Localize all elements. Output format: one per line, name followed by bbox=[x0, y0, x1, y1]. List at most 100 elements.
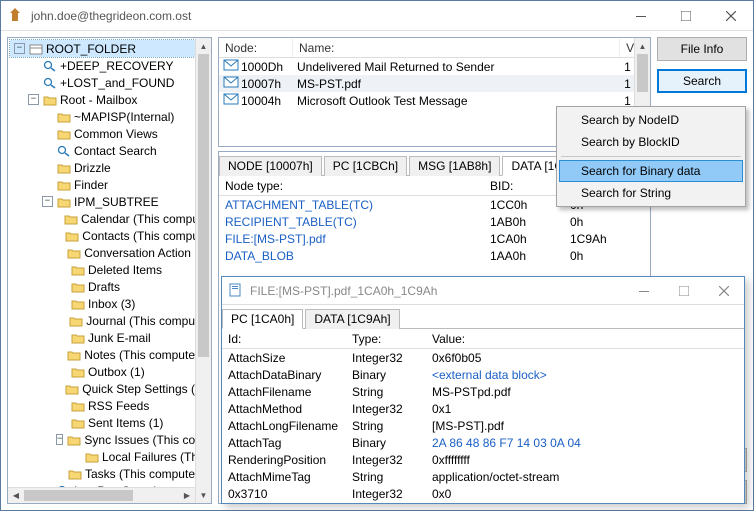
cell-type: ATTACHMENT_TABLE(TC) bbox=[219, 198, 490, 212]
tree-label: Contact Search bbox=[74, 144, 157, 158]
detail-tab[interactable]: PC [1CBCh] bbox=[324, 156, 407, 176]
tree-item[interactable]: Common Views bbox=[10, 125, 209, 142]
folder-icon bbox=[67, 349, 81, 361]
cell-value[interactable]: 2A 86 48 86 F7 14 03 0A 04 bbox=[432, 436, 744, 450]
property-row[interactable]: RenderingPositionInteger320xffffffff bbox=[222, 451, 744, 468]
nodetype-row[interactable]: FILE:[MS-PST].pdf1CA0h1C9Ah bbox=[219, 230, 650, 247]
scroll-down-button[interactable]: ▼ bbox=[196, 487, 211, 503]
col-node-type[interactable]: Node type: bbox=[219, 179, 490, 193]
tree-item[interactable]: ~MAPISP(Internal) bbox=[10, 108, 209, 125]
menu-item[interactable]: Search for String bbox=[559, 182, 743, 204]
tree-item[interactable]: −Root - Mailbox bbox=[10, 91, 209, 108]
tree-item[interactable]: Drafts bbox=[10, 278, 209, 295]
tree-item[interactable]: Junk E-mail bbox=[10, 329, 209, 346]
tree-label: Junk E-mail bbox=[88, 331, 151, 345]
detail-tab[interactable]: NODE [10007h] bbox=[219, 156, 322, 176]
folder-icon bbox=[71, 281, 85, 293]
close-button[interactable] bbox=[708, 1, 753, 30]
tree-scrollbar-vertical[interactable]: ▲ ▼ bbox=[195, 38, 211, 503]
titlebar: john.doe@thegrideon.com.ost bbox=[1, 1, 753, 31]
tree-item[interactable]: Notes (This computer o bbox=[10, 346, 209, 363]
tree-label: +LOST_and_FOUND bbox=[60, 76, 174, 90]
folder-icon bbox=[64, 213, 78, 225]
cell-extra: 0h bbox=[570, 249, 650, 263]
search-button[interactable]: Search bbox=[657, 69, 747, 93]
property-row[interactable]: AttachSizeInteger320x6f0b05 bbox=[222, 349, 744, 366]
tree-label: +DEEP_RECOVERY bbox=[60, 59, 174, 73]
tree-item[interactable]: Local Failures (This bbox=[10, 448, 209, 465]
tree-item[interactable]: +LOST_and_FOUND bbox=[10, 74, 209, 91]
folder-icon bbox=[57, 128, 71, 140]
grid-row[interactable]: 1000DhUndelivered Mail Returned to Sende… bbox=[219, 58, 650, 75]
property-row[interactable]: AttachMimeTagStringapplication/octet-str… bbox=[222, 468, 744, 485]
property-row[interactable]: AttachMethodInteger320x1 bbox=[222, 400, 744, 417]
cell-id: AttachFilename bbox=[222, 385, 352, 399]
tree-item[interactable]: Journal (This computer bbox=[10, 312, 209, 329]
minimize-button[interactable] bbox=[618, 1, 663, 30]
property-row[interactable]: AttachLongFilenameString[MS-PST].pdf bbox=[222, 417, 744, 434]
property-row[interactable]: 0x3710Integer320x0 bbox=[222, 485, 744, 502]
tree-item[interactable]: −IPM_SUBTREE bbox=[10, 193, 209, 210]
scroll-right-button[interactable]: ▶ bbox=[179, 488, 195, 503]
property-row[interactable]: AttachFilenameStringMS-PSTpd.pdf bbox=[222, 383, 744, 400]
tree-item[interactable]: Inbox (3) bbox=[10, 295, 209, 312]
scroll-up-button[interactable]: ▲ bbox=[196, 38, 211, 54]
cell-value: application/octet-stream bbox=[432, 470, 744, 484]
tree-item[interactable]: Quick Step Settings (Th bbox=[10, 380, 209, 397]
collapse-icon[interactable]: − bbox=[28, 94, 39, 105]
collapse-icon[interactable]: − bbox=[56, 434, 63, 445]
collapse-icon[interactable]: − bbox=[42, 196, 53, 207]
child-close-button[interactable] bbox=[704, 277, 744, 305]
nodetype-row[interactable]: DATA_BLOB1AA0h0h bbox=[219, 247, 650, 264]
tree-scrollbar-horizontal[interactable]: ◀ ▶ bbox=[8, 487, 195, 503]
col-type[interactable]: Type: bbox=[352, 332, 432, 346]
tree-item[interactable]: Finder bbox=[10, 176, 209, 193]
scroll-thumb-h[interactable] bbox=[24, 490, 133, 501]
menu-item[interactable]: Search by NodeID bbox=[559, 109, 743, 131]
nodetype-row[interactable]: RECIPIENT_TABLE(TC)1AB0h0h bbox=[219, 213, 650, 230]
col-name[interactable]: Name: bbox=[293, 39, 620, 57]
menu-item[interactable]: Search for Binary data bbox=[559, 160, 743, 182]
grid-row[interactable]: 10007hMS-PST.pdf1 bbox=[219, 75, 650, 92]
tree-item[interactable]: Deleted Items bbox=[10, 261, 209, 278]
file-info-button[interactable]: File Info bbox=[657, 37, 747, 61]
tree-item[interactable]: RSS Feeds bbox=[10, 397, 209, 414]
tree-item[interactable]: Contact Search bbox=[10, 142, 209, 159]
tree-item[interactable]: −Sync Issues (This comp bbox=[10, 431, 209, 448]
cell-id: AttachMethod bbox=[222, 402, 352, 416]
col-node[interactable]: Node: bbox=[219, 39, 293, 57]
tree-label: Deleted Items bbox=[88, 263, 162, 277]
tree-item[interactable]: Conversation Action Se bbox=[10, 244, 209, 261]
detail-tab[interactable]: MSG [1AB8h] bbox=[409, 156, 500, 176]
cell-value[interactable]: <external data block> bbox=[432, 368, 744, 382]
scroll-left-button[interactable]: ◀ bbox=[8, 488, 24, 503]
child-tab[interactable]: DATA [1C9Ah] bbox=[305, 309, 399, 329]
tree-item[interactable]: Sent Items (1) bbox=[10, 414, 209, 431]
cell-type: Integer32 bbox=[352, 351, 432, 365]
tree-item[interactable]: Calendar (This compute bbox=[10, 210, 209, 227]
tree-label: RSS Feeds bbox=[88, 399, 149, 413]
property-row[interactable]: AttachTagBinary2A 86 48 86 F7 14 03 0A 0… bbox=[222, 434, 744, 451]
tree-item[interactable]: Contacts (This compute bbox=[10, 227, 209, 244]
property-row[interactable]: AttachDataBinaryBinary<external data blo… bbox=[222, 366, 744, 383]
tree-item[interactable]: −ROOT_FOLDER bbox=[10, 40, 209, 57]
col-value[interactable]: Value: bbox=[432, 332, 744, 346]
scroll-thumb-v[interactable] bbox=[198, 54, 209, 357]
collapse-icon[interactable]: − bbox=[14, 43, 25, 54]
col-id[interactable]: Id: bbox=[222, 332, 352, 346]
tree-item[interactable]: Tasks (This computer o bbox=[10, 465, 209, 482]
tree-item[interactable]: Drizzle bbox=[10, 159, 209, 176]
folder-icon bbox=[65, 383, 79, 395]
menu-item[interactable]: Search by BlockID bbox=[559, 131, 743, 153]
child-minimize-button[interactable] bbox=[624, 277, 664, 305]
maximize-button[interactable] bbox=[663, 1, 708, 30]
child-maximize-button[interactable] bbox=[664, 277, 704, 305]
cell-node: 1000Dh bbox=[241, 60, 297, 74]
child-tab[interactable]: PC [1CA0h] bbox=[222, 309, 303, 329]
tree-item[interactable]: Outbox (1) bbox=[10, 363, 209, 380]
tree-item[interactable]: +DEEP_RECOVERY bbox=[10, 57, 209, 74]
cell-type: Integer32 bbox=[352, 487, 432, 501]
folder-icon bbox=[71, 400, 85, 412]
folder-icon bbox=[57, 111, 71, 123]
menu-separator bbox=[561, 156, 741, 157]
